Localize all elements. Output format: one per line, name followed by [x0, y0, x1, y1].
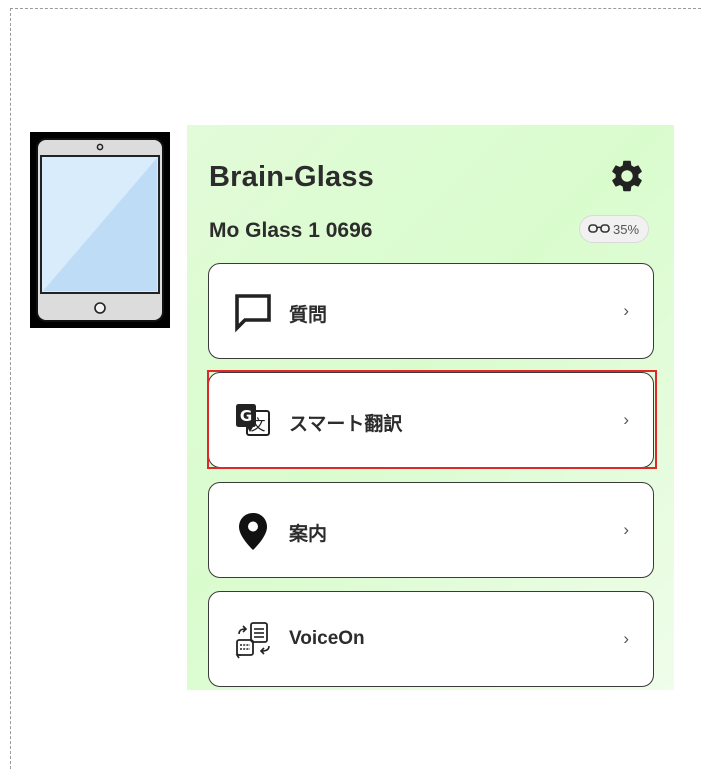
chat-bubble-icon: [235, 294, 271, 333]
location-pin-icon: [239, 513, 267, 550]
menu-item-label: スマート翻訳: [289, 414, 403, 435]
device-name: Mo Glass 1 0696: [209, 219, 373, 242]
tablet-icon: [30, 132, 170, 328]
menu-item-question[interactable]: 質問 ›: [208, 263, 654, 359]
menu-item-voiceon[interactable]: VoiceOn ›: [208, 591, 654, 687]
menu-item-label: 案内: [289, 524, 328, 545]
translate-icon: 文 G: [236, 404, 270, 436]
page: Brain-Glass Mo Glass 1 0696 35% 質問 › 文 G…: [0, 0, 701, 769]
voice-conversation-icon: [235, 622, 270, 659]
battery-percent: 35%: [613, 221, 640, 237]
menu-item-smart-translate[interactable]: 文 G スマート翻訳 ›: [208, 372, 654, 468]
menu-item-label: VoiceOn: [289, 628, 365, 649]
chevron-right-icon: ›: [623, 629, 629, 648]
dashed-border-left: [10, 8, 11, 769]
svg-text:G: G: [240, 407, 252, 425]
menu-item-label: 質問: [289, 305, 328, 326]
gear-icon[interactable]: [608, 157, 646, 195]
chevron-right-icon: ›: [623, 301, 629, 320]
chevron-right-icon: ›: [623, 520, 629, 539]
battery-indicator: 35%: [579, 215, 649, 243]
chevron-right-icon: ›: [623, 410, 629, 429]
glasses-icon: [588, 224, 610, 233]
menu-item-guide[interactable]: 案内 ›: [208, 482, 654, 578]
app-title: Brain-Glass: [209, 161, 374, 193]
app-panel: Brain-Glass Mo Glass 1 0696 35% 質問 › 文 G…: [187, 125, 674, 690]
dashed-border-top: [10, 8, 701, 9]
